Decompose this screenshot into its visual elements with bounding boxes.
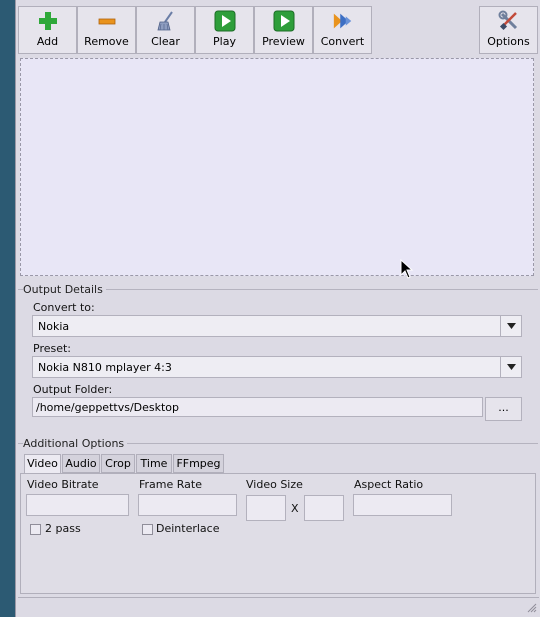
two-pass-checkbox[interactable]: [30, 524, 41, 535]
remove-button[interactable]: Remove: [77, 6, 136, 54]
minus-icon: [96, 10, 118, 32]
browse-folder-button[interactable]: ...: [485, 397, 522, 421]
video-width-input[interactable]: [246, 495, 286, 521]
deinterlace-checkbox[interactable]: [142, 524, 153, 535]
tab-ffmpeg[interactable]: FFmpeg: [173, 454, 224, 473]
file-list[interactable]: [20, 58, 534, 279]
plus-icon: [37, 10, 59, 32]
aspect-ratio-label: Aspect Ratio: [354, 478, 424, 491]
options-label: Options: [487, 35, 530, 48]
aspect-ratio-input[interactable]: [353, 494, 452, 516]
preset-select[interactable]: Nokia N810 mplayer 4:3: [32, 356, 522, 378]
double-arrow-icon: [332, 10, 354, 32]
play-label: Play: [213, 35, 236, 48]
tab-audio[interactable]: Audio: [62, 454, 100, 473]
convert-button[interactable]: Convert: [313, 6, 372, 54]
toolbar: Add Remove Clear Play Preview Convert Op…: [18, 6, 540, 54]
wrench-screwdriver-icon: [498, 10, 520, 32]
two-pass-label: 2 pass: [45, 522, 81, 535]
clear-label: Clear: [151, 35, 180, 48]
preview-play-icon: [273, 10, 295, 32]
preset-value: Nokia N810 mplayer 4:3: [38, 361, 172, 374]
frame-rate-input[interactable]: [138, 494, 237, 516]
deinterlace-label: Deinterlace: [156, 522, 220, 535]
chevron-down-icon[interactable]: [500, 357, 521, 377]
video-bitrate-input[interactable]: [26, 494, 129, 516]
preview-button[interactable]: Preview: [254, 6, 313, 54]
tab-video[interactable]: Video: [24, 454, 61, 474]
chevron-down-icon[interactable]: [500, 316, 521, 336]
tab-time[interactable]: Time: [136, 454, 172, 473]
options-button[interactable]: Options: [479, 6, 538, 54]
add-button[interactable]: Add: [18, 6, 77, 54]
convert-to-value: Nokia: [38, 320, 70, 333]
preview-label: Preview: [262, 35, 305, 48]
convert-to-label: Convert to:: [33, 301, 95, 314]
video-size-label: Video Size: [246, 478, 303, 491]
output-folder-label: Output Folder:: [33, 383, 113, 396]
play-button[interactable]: Play: [195, 6, 254, 54]
resize-grip-icon[interactable]: [525, 601, 537, 613]
add-label: Add: [36, 35, 59, 48]
convert-to-select[interactable]: Nokia: [32, 315, 522, 337]
video-bitrate-label: Video Bitrate: [27, 478, 99, 491]
broom-icon: [155, 10, 177, 32]
video-height-input[interactable]: [304, 495, 344, 521]
video-tab-panel: Video Bitrate Frame Rate Video Size X As…: [20, 473, 536, 594]
video-size-separator: X: [291, 502, 299, 515]
play-icon: [214, 10, 236, 32]
frame-rate-label: Frame Rate: [139, 478, 202, 491]
tab-crop[interactable]: Crop: [101, 454, 135, 473]
output-details-title: Output Details: [23, 283, 106, 296]
preset-label: Preset:: [33, 342, 72, 355]
output-folder-value: /home/geppettvs/Desktop: [36, 401, 180, 414]
main-window: Add Remove Clear Play Preview Convert Op…: [15, 0, 540, 617]
clear-button[interactable]: Clear: [136, 6, 195, 54]
remove-label: Remove: [84, 35, 129, 48]
mouse-cursor-icon: [400, 259, 414, 279]
status-bar: [18, 597, 539, 615]
convert-label: Convert: [320, 35, 365, 48]
output-folder-field[interactable]: /home/geppettvs/Desktop: [32, 397, 483, 417]
additional-options-title: Additional Options: [23, 437, 128, 450]
